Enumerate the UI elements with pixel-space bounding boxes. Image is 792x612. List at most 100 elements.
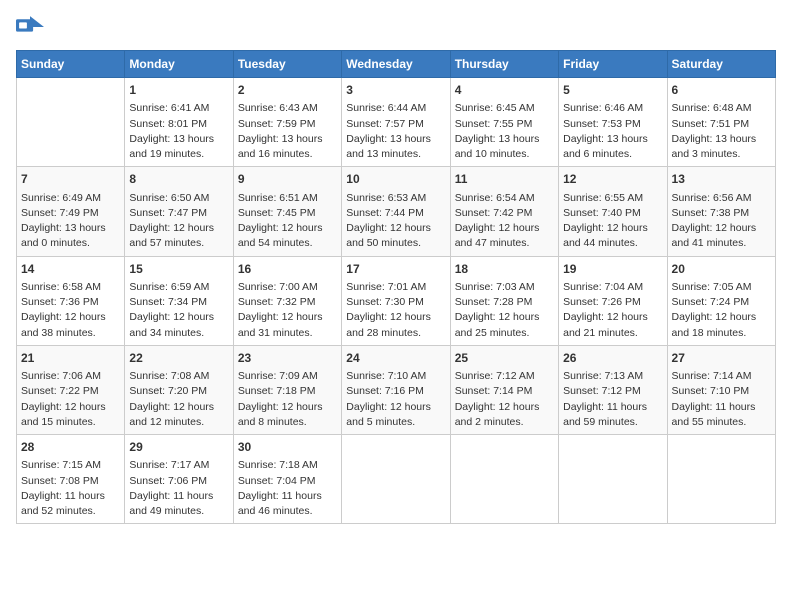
header-wednesday: Wednesday: [342, 51, 450, 78]
calendar-cell-w4-d3: 23 Sunrise: 7:09 AMSunset: 7:18 PMDayligh…: [233, 345, 341, 434]
calendar-week-4: 21Sunrise: 7:06 AMSunset: 7:22 PMDayligh…: [17, 345, 776, 434]
calendar-cell-w4-d6: 26 Sunrise: 7:13 AMSunset: 7:12 PMDayligh…: [559, 345, 667, 434]
calendar-cell-w5-d7: [667, 435, 775, 524]
day-number: 16: [238, 261, 337, 278]
day-info: Sunrise: 6:55 AMSunset: 7:40 PMDaylight:…: [563, 191, 662, 252]
day-info: Sunrise: 7:05 AMSunset: 7:24 PMDaylight:…: [672, 280, 771, 341]
day-number: 30: [238, 439, 337, 456]
day-number: 5: [563, 82, 662, 99]
day-number: 29: [129, 439, 228, 456]
day-number: 12: [563, 171, 662, 188]
calendar-cell-w5-d5: [450, 435, 558, 524]
calendar-cell-w4-d5: 25 Sunrise: 7:12 AMSunset: 7:14 PMDayligh…: [450, 345, 558, 434]
day-number: 19: [563, 261, 662, 278]
day-number: 26: [563, 350, 662, 367]
day-number: 15: [129, 261, 228, 278]
day-info: Sunrise: 7:04 AMSunset: 7:26 PMDaylight:…: [563, 280, 662, 341]
day-number: 25: [455, 350, 554, 367]
calendar-cell-w1-d6: 5 Sunrise: 6:46 AMSunset: 7:53 PMDaylight…: [559, 78, 667, 167]
day-info: Sunrise: 6:51 AMSunset: 7:45 PMDaylight:…: [238, 191, 337, 252]
day-number: 7: [21, 171, 120, 188]
day-info: Sunrise: 7:13 AMSunset: 7:12 PMDaylight:…: [563, 369, 662, 430]
calendar-cell-w2-d7: 13 Sunrise: 6:56 AMSunset: 7:38 PMDayligh…: [667, 167, 775, 256]
day-number: 6: [672, 82, 771, 99]
day-number: 1: [129, 82, 228, 99]
day-number: 28: [21, 439, 120, 456]
header-saturday: Saturday: [667, 51, 775, 78]
day-info: Sunrise: 7:17 AMSunset: 7:06 PMDaylight:…: [129, 458, 228, 519]
day-info: Sunrise: 6:45 AMSunset: 7:55 PMDaylight:…: [455, 101, 554, 162]
day-number: 23: [238, 350, 337, 367]
calendar-table: SundayMondayTuesdayWednesdayThursdayFrid…: [16, 50, 776, 524]
day-number: 14: [21, 261, 120, 278]
calendar-week-1: 1 Sunrise: 6:41 AMSunset: 8:01 PMDaylight…: [17, 78, 776, 167]
header-monday: Monday: [125, 51, 233, 78]
day-number: 27: [672, 350, 771, 367]
logo: [16, 16, 48, 38]
day-number: 13: [672, 171, 771, 188]
day-info: Sunrise: 6:44 AMSunset: 7:57 PMDaylight:…: [346, 101, 445, 162]
calendar-cell-w1-d2: 1 Sunrise: 6:41 AMSunset: 8:01 PMDaylight…: [125, 78, 233, 167]
calendar-cell-w3-d2: 15Sunrise: 6:59 AMSunset: 7:34 PMDayligh…: [125, 256, 233, 345]
day-info: Sunrise: 6:41 AMSunset: 8:01 PMDaylight:…: [129, 101, 228, 162]
day-info: Sunrise: 7:15 AMSunset: 7:08 PMDaylight:…: [21, 458, 120, 519]
calendar-cell-w4-d2: 22 Sunrise: 7:08 AMSunset: 7:20 PMDayligh…: [125, 345, 233, 434]
day-info: Sunrise: 7:12 AMSunset: 7:14 PMDaylight:…: [455, 369, 554, 430]
day-info: Sunrise: 6:48 AMSunset: 7:51 PMDaylight:…: [672, 101, 771, 162]
day-number: 20: [672, 261, 771, 278]
day-info: Sunrise: 7:10 AMSunset: 7:16 PMDaylight:…: [346, 369, 445, 430]
calendar-header-row: SundayMondayTuesdayWednesdayThursdayFrid…: [17, 51, 776, 78]
day-info: Sunrise: 7:08 AMSunset: 7:20 PMDaylight:…: [129, 369, 228, 430]
calendar-cell-w1-d1: [17, 78, 125, 167]
calendar-cell-w2-d2: 8Sunrise: 6:50 AMSunset: 7:47 PMDaylight…: [125, 167, 233, 256]
day-info: Sunrise: 7:01 AMSunset: 7:30 PMDaylight:…: [346, 280, 445, 341]
calendar-week-5: 28 Sunrise: 7:15 AMSunset: 7:08 PMDayligh…: [17, 435, 776, 524]
day-number: 11: [455, 171, 554, 188]
day-number: 22: [129, 350, 228, 367]
header-tuesday: Tuesday: [233, 51, 341, 78]
day-info: Sunrise: 6:43 AMSunset: 7:59 PMDaylight:…: [238, 101, 337, 162]
calendar-cell-w5-d2: 29 Sunrise: 7:17 AMSunset: 7:06 PMDayligh…: [125, 435, 233, 524]
day-info: Sunrise: 7:09 AMSunset: 7:18 PMDaylight:…: [238, 369, 337, 430]
day-info: Sunrise: 6:49 AMSunset: 7:49 PMDaylight:…: [21, 191, 120, 252]
calendar-cell-w1-d5: 4 Sunrise: 6:45 AMSunset: 7:55 PMDaylight…: [450, 78, 558, 167]
calendar-cell-w1-d7: 6 Sunrise: 6:48 AMSunset: 7:51 PMDaylight…: [667, 78, 775, 167]
calendar-cell-w3-d5: 18 Sunrise: 7:03 AMSunset: 7:28 PMDayligh…: [450, 256, 558, 345]
calendar-cell-w3-d7: 20 Sunrise: 7:05 AMSunset: 7:24 PMDayligh…: [667, 256, 775, 345]
day-number: 10: [346, 171, 445, 188]
calendar-cell-w5-d1: 28 Sunrise: 7:15 AMSunset: 7:08 PMDayligh…: [17, 435, 125, 524]
day-info: Sunrise: 6:46 AMSunset: 7:53 PMDaylight:…: [563, 101, 662, 162]
day-info: Sunrise: 6:54 AMSunset: 7:42 PMDaylight:…: [455, 191, 554, 252]
day-number: 24: [346, 350, 445, 367]
calendar-cell-w5-d6: [559, 435, 667, 524]
calendar-cell-w1-d3: 2 Sunrise: 6:43 AMSunset: 7:59 PMDaylight…: [233, 78, 341, 167]
day-number: 17: [346, 261, 445, 278]
calendar-week-3: 14 Sunrise: 6:58 AMSunset: 7:36 PMDayligh…: [17, 256, 776, 345]
day-info: Sunrise: 6:53 AMSunset: 7:44 PMDaylight:…: [346, 191, 445, 252]
calendar-cell-w2-d1: 7 Sunrise: 6:49 AMSunset: 7:49 PMDaylight…: [17, 167, 125, 256]
day-info: Sunrise: 6:50 AMSunset: 7:47 PMDaylight:…: [129, 191, 228, 252]
calendar-cell-w1-d4: 3Sunrise: 6:44 AMSunset: 7:57 PMDaylight…: [342, 78, 450, 167]
day-info: Sunrise: 6:58 AMSunset: 7:36 PMDaylight:…: [21, 280, 120, 341]
calendar-cell-w2-d5: 11 Sunrise: 6:54 AMSunset: 7:42 PMDayligh…: [450, 167, 558, 256]
header-thursday: Thursday: [450, 51, 558, 78]
logo-icon: [16, 16, 44, 38]
day-number: 4: [455, 82, 554, 99]
calendar-cell-w2-d3: 9Sunrise: 6:51 AMSunset: 7:45 PMDaylight…: [233, 167, 341, 256]
calendar-cell-w5-d3: 30Sunrise: 7:18 AMSunset: 7:04 PMDayligh…: [233, 435, 341, 524]
header-sunday: Sunday: [17, 51, 125, 78]
calendar-cell-w4-d7: 27 Sunrise: 7:14 AMSunset: 7:10 PMDayligh…: [667, 345, 775, 434]
calendar-cell-w3-d6: 19 Sunrise: 7:04 AMSunset: 7:26 PMDayligh…: [559, 256, 667, 345]
calendar-cell-w2-d4: 10 Sunrise: 6:53 AMSunset: 7:44 PMDayligh…: [342, 167, 450, 256]
day-number: 18: [455, 261, 554, 278]
day-info: Sunrise: 6:56 AMSunset: 7:38 PMDaylight:…: [672, 191, 771, 252]
calendar-cell-w3-d1: 14 Sunrise: 6:58 AMSunset: 7:36 PMDayligh…: [17, 256, 125, 345]
day-info: Sunrise: 7:14 AMSunset: 7:10 PMDaylight:…: [672, 369, 771, 430]
calendar-cell-w5-d4: [342, 435, 450, 524]
calendar-cell-w3-d3: 16 Sunrise: 7:00 AMSunset: 7:32 PMDayligh…: [233, 256, 341, 345]
day-number: 2: [238, 82, 337, 99]
header-friday: Friday: [559, 51, 667, 78]
calendar-cell-w4-d4: 24 Sunrise: 7:10 AMSunset: 7:16 PMDayligh…: [342, 345, 450, 434]
day-info: Sunrise: 7:00 AMSunset: 7:32 PMDaylight:…: [238, 280, 337, 341]
day-info: Sunrise: 7:03 AMSunset: 7:28 PMDaylight:…: [455, 280, 554, 341]
